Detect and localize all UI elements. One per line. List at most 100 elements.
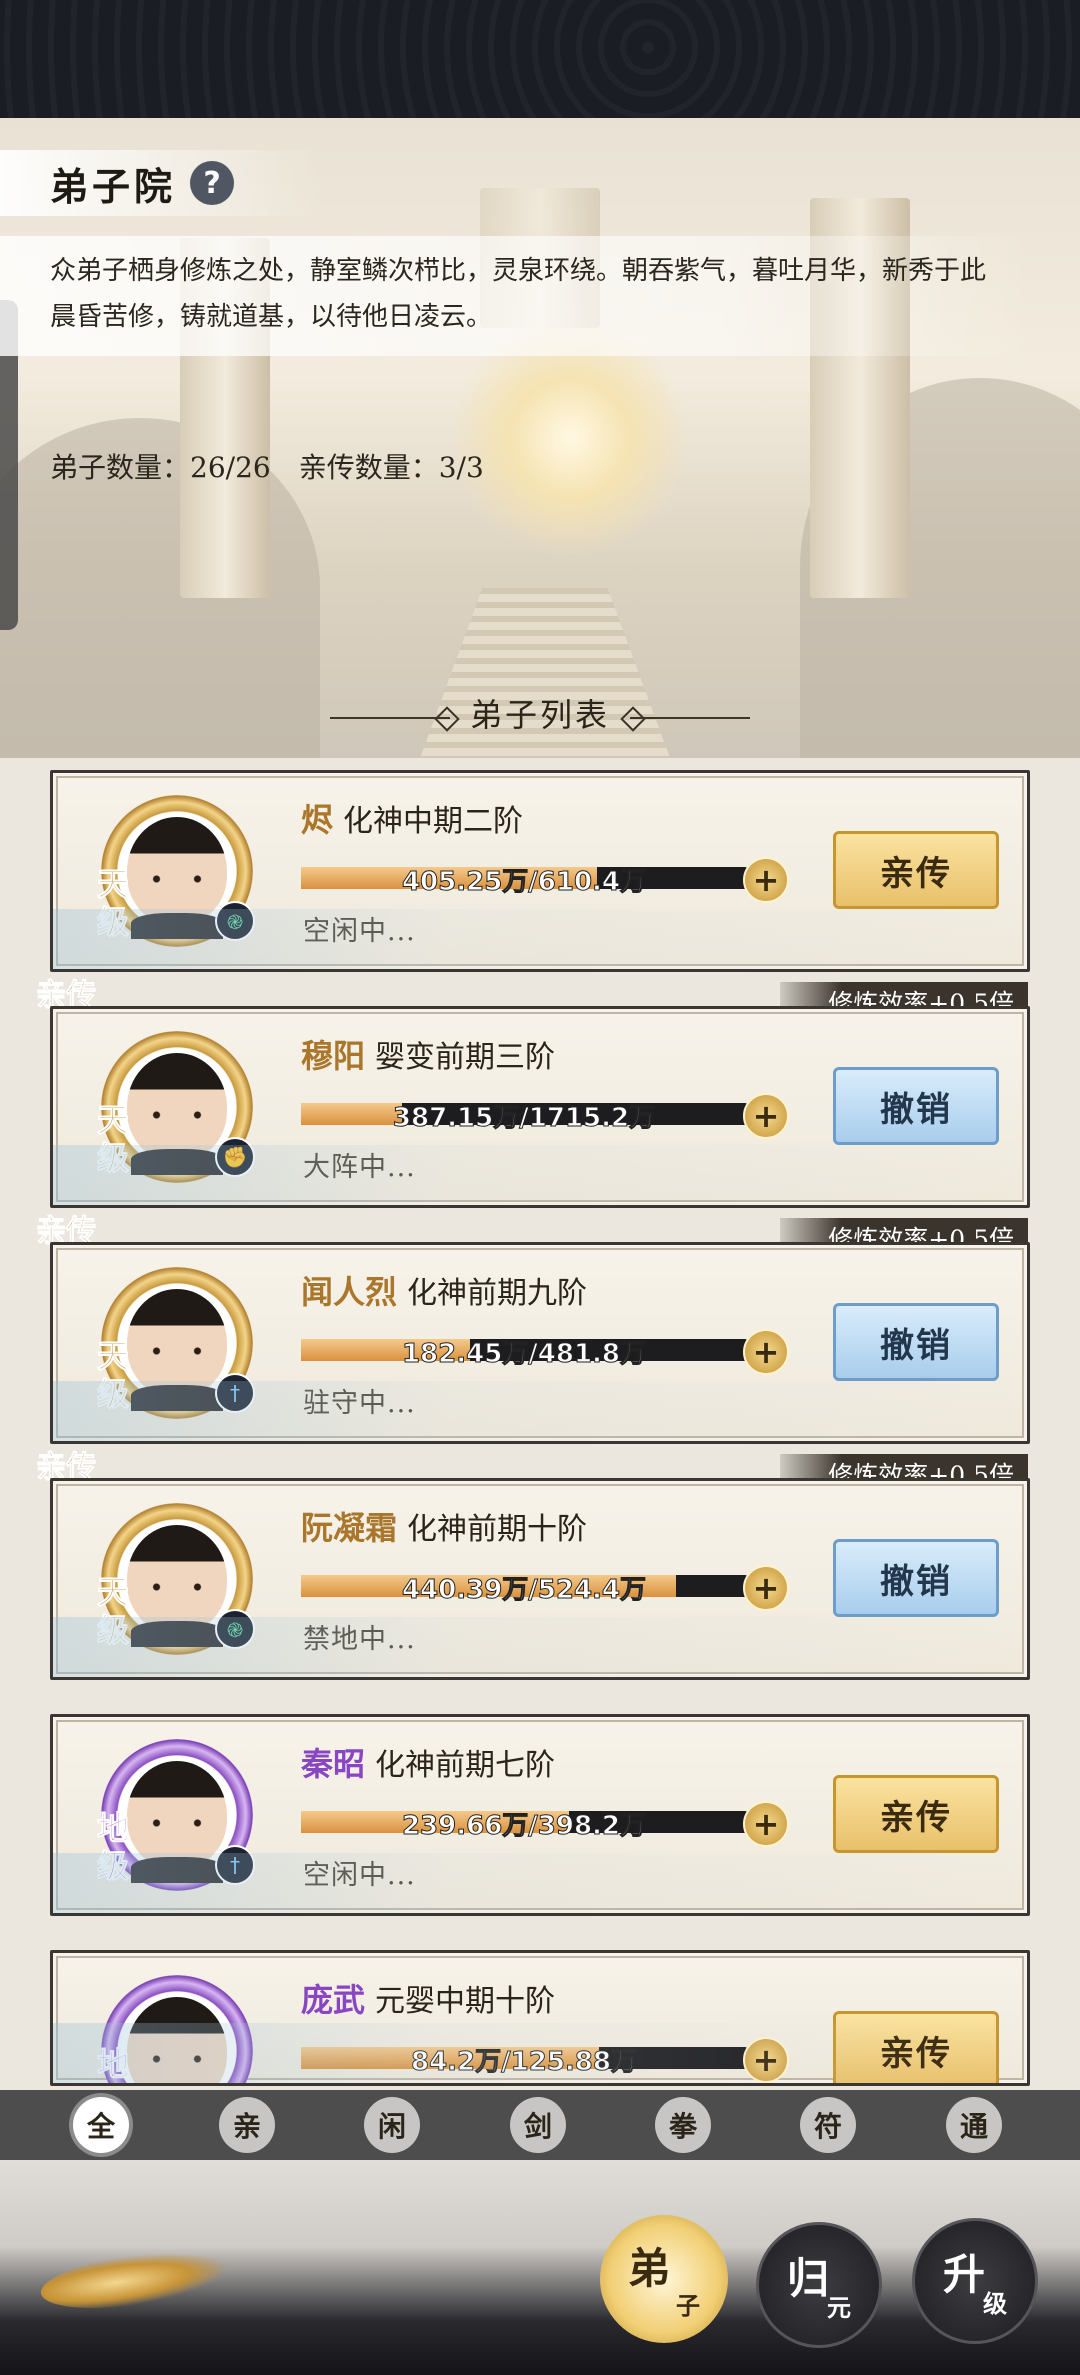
fist-icon: ✊ xyxy=(215,1137,255,1177)
title-bar: 弟子院 ? xyxy=(0,150,320,216)
portrait xyxy=(127,1525,227,1633)
portrait xyxy=(127,1761,227,1869)
add-progress-button[interactable]: + xyxy=(743,1093,789,1139)
grade-label: 天级 xyxy=(97,1101,130,1178)
portrait-robe xyxy=(131,1149,223,1175)
portrait-robe xyxy=(131,913,223,939)
name-line: 阮凝霜 化神前期十阶 xyxy=(301,1503,587,1549)
grade-label: 天级 xyxy=(97,865,130,942)
nav-upgrade-sub: 级 xyxy=(983,2289,1007,2318)
nav-disciples-button[interactable]: 弟 子 xyxy=(600,2215,728,2343)
disciple-name: 庞武 xyxy=(301,1981,366,2019)
revoke-button[interactable]: 撤销 xyxy=(833,1303,999,1381)
add-progress-button[interactable]: + xyxy=(743,1565,789,1611)
add-progress-button[interactable]: + xyxy=(743,1801,789,1847)
progress-text: 405.25万/610.4万 xyxy=(401,867,647,898)
disciple-realm: 化神中期二阶 xyxy=(343,804,524,839)
revoke-button[interactable]: 撤销 xyxy=(833,1067,999,1145)
filter-general[interactable]: 通 xyxy=(946,2097,1002,2153)
disciple-name: 烬 xyxy=(301,801,334,839)
filter-fist[interactable]: 拳 xyxy=(655,2097,711,2153)
disciple-name: 秦昭 xyxy=(301,1745,366,1783)
nav-upgrade-button[interactable]: 升 级 xyxy=(912,2218,1038,2344)
add-progress-button[interactable]: + xyxy=(743,1329,789,1375)
list-header: 弟子列表 xyxy=(0,690,1080,736)
add-progress-button[interactable]: + xyxy=(743,2037,789,2083)
disciple-realm: 化神前期九阶 xyxy=(407,1276,588,1311)
top-status-area xyxy=(0,0,1080,118)
disciple-realm: 化神前期七阶 xyxy=(375,1748,556,1783)
add-progress-button[interactable]: + xyxy=(743,857,789,903)
ornament-left-icon xyxy=(329,716,450,719)
nav-return-button[interactable]: 归 元 xyxy=(756,2222,882,2348)
cultivation-progress-bar: 387.15万/1715.2万 xyxy=(301,1103,747,1134)
progress-text: 182.45万/481.8万 xyxy=(401,1339,647,1370)
ornament-right-icon xyxy=(630,716,750,719)
portrait-robe xyxy=(131,1621,223,1647)
filter-bar: 全 亲 闲 剑 拳 符 通 xyxy=(0,2090,1080,2160)
disciple-card[interactable]: 天级 ֎ 阮凝霜 化神前期十阶 440.39万/524.4万 + 禁地中... 撤销 xyxy=(50,1478,1030,1680)
portrait xyxy=(127,1997,227,2083)
nav-disciples-main: 弟 xyxy=(628,2244,671,2293)
description-panel: 众弟子栖身修炼之处，静室鳞次栉比，灵泉环绕。朝吞紫气，暮吐月华，新秀于此晨昏苦修… xyxy=(0,236,1030,356)
nav-return-main: 归 xyxy=(787,2254,830,2303)
progress-text: 239.66万/398.2万 xyxy=(401,1811,647,1842)
page-title: 弟子院 xyxy=(50,163,177,209)
cultivation-progress-bar: 239.66万/398.2万 xyxy=(301,1811,747,1842)
status-text: 空闲中... xyxy=(303,916,416,947)
grade-label: 天级 xyxy=(97,1337,130,1414)
progress-text: 84.2万/125.88万 xyxy=(411,2047,638,2078)
disciple-count: 弟子数量：26/26 xyxy=(50,451,271,484)
disciple-card[interactable]: 地级 庞武元婴中期十阶 84.2万/125.88万 + 亲传 xyxy=(50,1950,1030,2086)
filter-personal[interactable]: 亲 xyxy=(219,2097,275,2153)
counts-row: 弟子数量：26/26 亲传数量：3/3 xyxy=(50,446,512,486)
list-title: 弟子列表 xyxy=(469,696,610,734)
disciple-name: 阮凝霜 xyxy=(301,1509,398,1547)
cultivation-progress-bar: 440.39万/524.4万 xyxy=(301,1575,747,1606)
nav-upgrade-main: 升 xyxy=(943,2250,986,2299)
status-text: 禁地中... xyxy=(303,1624,416,1655)
description-text: 众弟子栖身修炼之处，静室鳞次栉比，灵泉环绕。朝吞紫气，暮吐月华，新秀于此晨昏苦修… xyxy=(50,256,987,332)
wind-swirl-icon: ֎ xyxy=(215,901,255,941)
name-line: 庞武 元婴中期十阶 xyxy=(301,1975,555,2021)
portrait xyxy=(127,1053,227,1161)
disciple-realm: 化神前期十阶 xyxy=(407,1512,588,1547)
filter-sword[interactable]: 剑 xyxy=(510,2097,566,2153)
filter-talisman[interactable]: 符 xyxy=(800,2097,856,2153)
make-personal-button[interactable]: 亲传 xyxy=(833,2011,999,2083)
disciple-realm: 元婴中期十阶 xyxy=(375,1984,556,2019)
personal-count: 亲传数量：3/3 xyxy=(298,451,484,484)
filter-idle[interactable]: 闲 xyxy=(364,2097,420,2153)
disciple-name: 穆阳 xyxy=(301,1037,366,1075)
avatar[interactable] xyxy=(101,1975,253,2083)
make-personal-button[interactable]: 亲传 xyxy=(833,831,999,909)
portrait-robe xyxy=(131,1385,223,1411)
sword-icon: † xyxy=(215,1845,255,1885)
sword-icon: † xyxy=(215,1373,255,1413)
name-line: 闻人烈 化神前期九阶 xyxy=(301,1267,587,1313)
make-personal-button[interactable]: 亲传 xyxy=(833,1775,999,1853)
progress-text: 440.39万/524.4万 xyxy=(401,1575,647,1606)
disciple-card[interactable]: 天级 ✊ 穆阳 婴变前期三阶 387.15万/1715.2万 + 大阵中... 撤销 xyxy=(50,1006,1030,1208)
name-line: 穆阳 婴变前期三阶 xyxy=(301,1031,555,1077)
progress-text: 387.15万/1715.2万 xyxy=(392,1103,656,1134)
status-text: 大阵中... xyxy=(303,1152,416,1183)
cultivation-progress-bar: 182.45万/481.8万 xyxy=(301,1339,747,1370)
disciple-card[interactable]: 天级 ֎ 烬化神中期二阶 405.25万/610.4万 + 空闲中... 亲传 xyxy=(50,770,1030,972)
grade-label: 地级 xyxy=(97,1809,130,1886)
revoke-button[interactable]: 撤销 xyxy=(833,1539,999,1617)
filter-all[interactable]: 全 xyxy=(73,2097,129,2153)
disciple-card[interactable]: 天级 † 闻人烈 化神前期九阶 182.45万/481.8万 + 驻守中... 撤销 xyxy=(50,1242,1030,1444)
portrait xyxy=(127,1289,227,1397)
status-text: 驻守中... xyxy=(303,1388,416,1419)
grade-label: 地级 xyxy=(97,2045,130,2084)
portrait-robe xyxy=(131,1857,223,1883)
portrait xyxy=(127,817,227,925)
status-text: 空闲中... xyxy=(303,1860,416,1891)
cultivation-progress-bar: 405.25万/610.4万 xyxy=(301,867,747,898)
grade-label: 天级 xyxy=(97,1573,130,1650)
name-line: 烬化神中期二阶 xyxy=(301,795,523,841)
disciple-card[interactable]: 地级 † 秦昭 化神前期七阶 239.66万/398.2万 + 空闲中... 亲传 xyxy=(50,1714,1030,1916)
help-icon[interactable]: ? xyxy=(190,161,235,205)
nav-return-sub: 元 xyxy=(827,2293,851,2322)
